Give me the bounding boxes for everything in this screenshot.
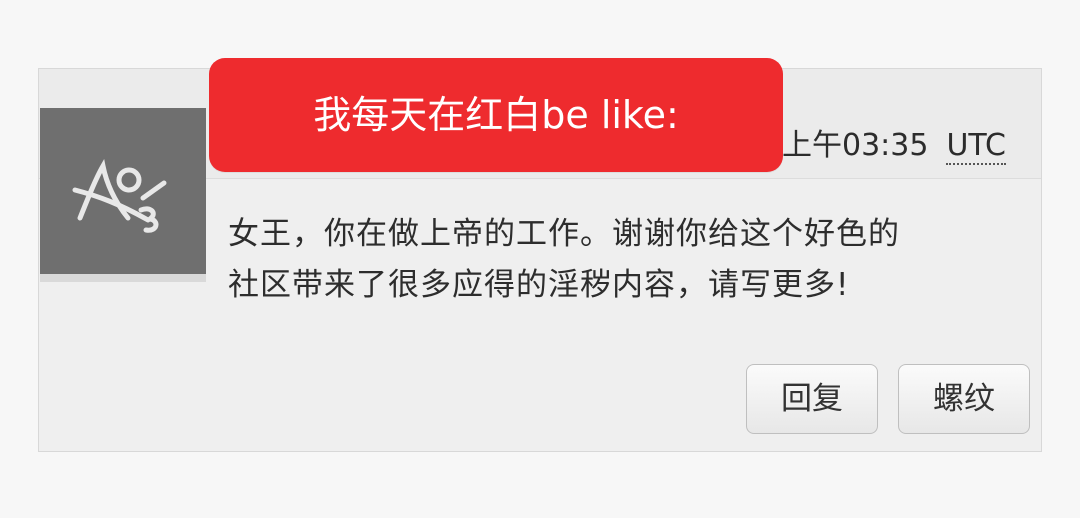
signature-logo-icon (72, 159, 167, 233)
post-message: 女王，你在做上帝的工作。谢谢你给这个好色的 社区带来了很多应得的淫秽内容，请写更… (228, 209, 1018, 311)
timezone-label: UTC (946, 128, 1006, 165)
post-timestamp: 上午03:35 UTC (782, 126, 1006, 166)
time-text: 上午03:35 (782, 128, 929, 163)
message-line-2: 社区带来了很多应得的淫秽内容，请写更多! (228, 267, 850, 303)
message-line-1: 女王，你在做上帝的工作。谢谢你给这个好色的 (228, 216, 900, 252)
overlay-caption: 我每天在红白be like: (209, 58, 783, 172)
user-avatar (40, 108, 206, 274)
thread-button[interactable]: 螺纹 (898, 364, 1030, 434)
reply-button[interactable]: 回复 (746, 364, 878, 434)
